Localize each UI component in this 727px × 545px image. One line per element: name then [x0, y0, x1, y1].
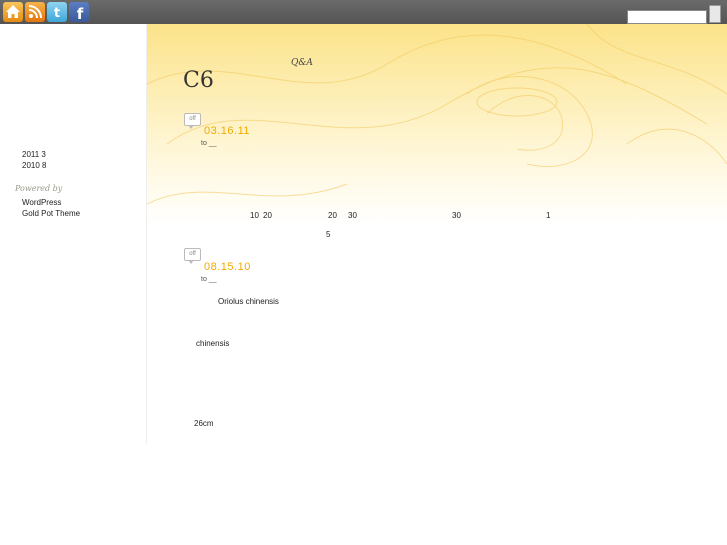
- post-text-fragment: 30: [452, 211, 461, 220]
- search-button[interactable]: [709, 5, 721, 23]
- theme-link[interactable]: Gold Pot Theme: [22, 209, 80, 218]
- svg-text:f: f: [77, 5, 84, 22]
- post-author-line: to __: [201, 276, 217, 283]
- post-text-fragment: Oriolus chinensis: [218, 297, 279, 306]
- search-input[interactable]: [627, 10, 707, 24]
- archive-link-2010-8[interactable]: 2010 8: [22, 161, 46, 170]
- wordpress-link[interactable]: WordPress: [22, 198, 61, 207]
- header-banner: [147, 24, 727, 224]
- post-text-fragment: chinensis: [196, 339, 230, 348]
- comments-bubble: off: [184, 113, 201, 129]
- home-icon[interactable]: [3, 2, 23, 22]
- post-text-fragment: 10: [250, 211, 259, 220]
- top-toolbar: t f: [0, 0, 727, 24]
- twitter-icon[interactable]: t: [47, 2, 67, 22]
- post-text-fragment: 20: [328, 211, 337, 220]
- facebook-icon[interactable]: f: [69, 2, 89, 23]
- post-date[interactable]: 03.16.11: [204, 125, 250, 137]
- post-date[interactable]: 08.15.10: [204, 261, 251, 273]
- post-text-fragment: 26cm: [194, 419, 214, 428]
- sidebar: [0, 24, 146, 545]
- post-author-line: to __: [201, 140, 217, 147]
- powered-by-heading: Powered by: [15, 184, 63, 193]
- svg-text:t: t: [54, 6, 60, 21]
- post-text-fragment: 5: [326, 230, 331, 239]
- post-text-fragment: 1: [546, 211, 551, 220]
- banner-swirls: [147, 24, 727, 205]
- comments-bubble: off: [184, 248, 201, 264]
- archive-link-2011-3[interactable]: 2011 3: [22, 150, 46, 159]
- rss-icon[interactable]: [25, 2, 45, 22]
- post-text-fragment: 20: [263, 211, 272, 220]
- site-title[interactable]: C6: [183, 68, 214, 93]
- site-tagline: Q&A: [291, 58, 313, 68]
- post-text-fragment: 30: [348, 211, 357, 220]
